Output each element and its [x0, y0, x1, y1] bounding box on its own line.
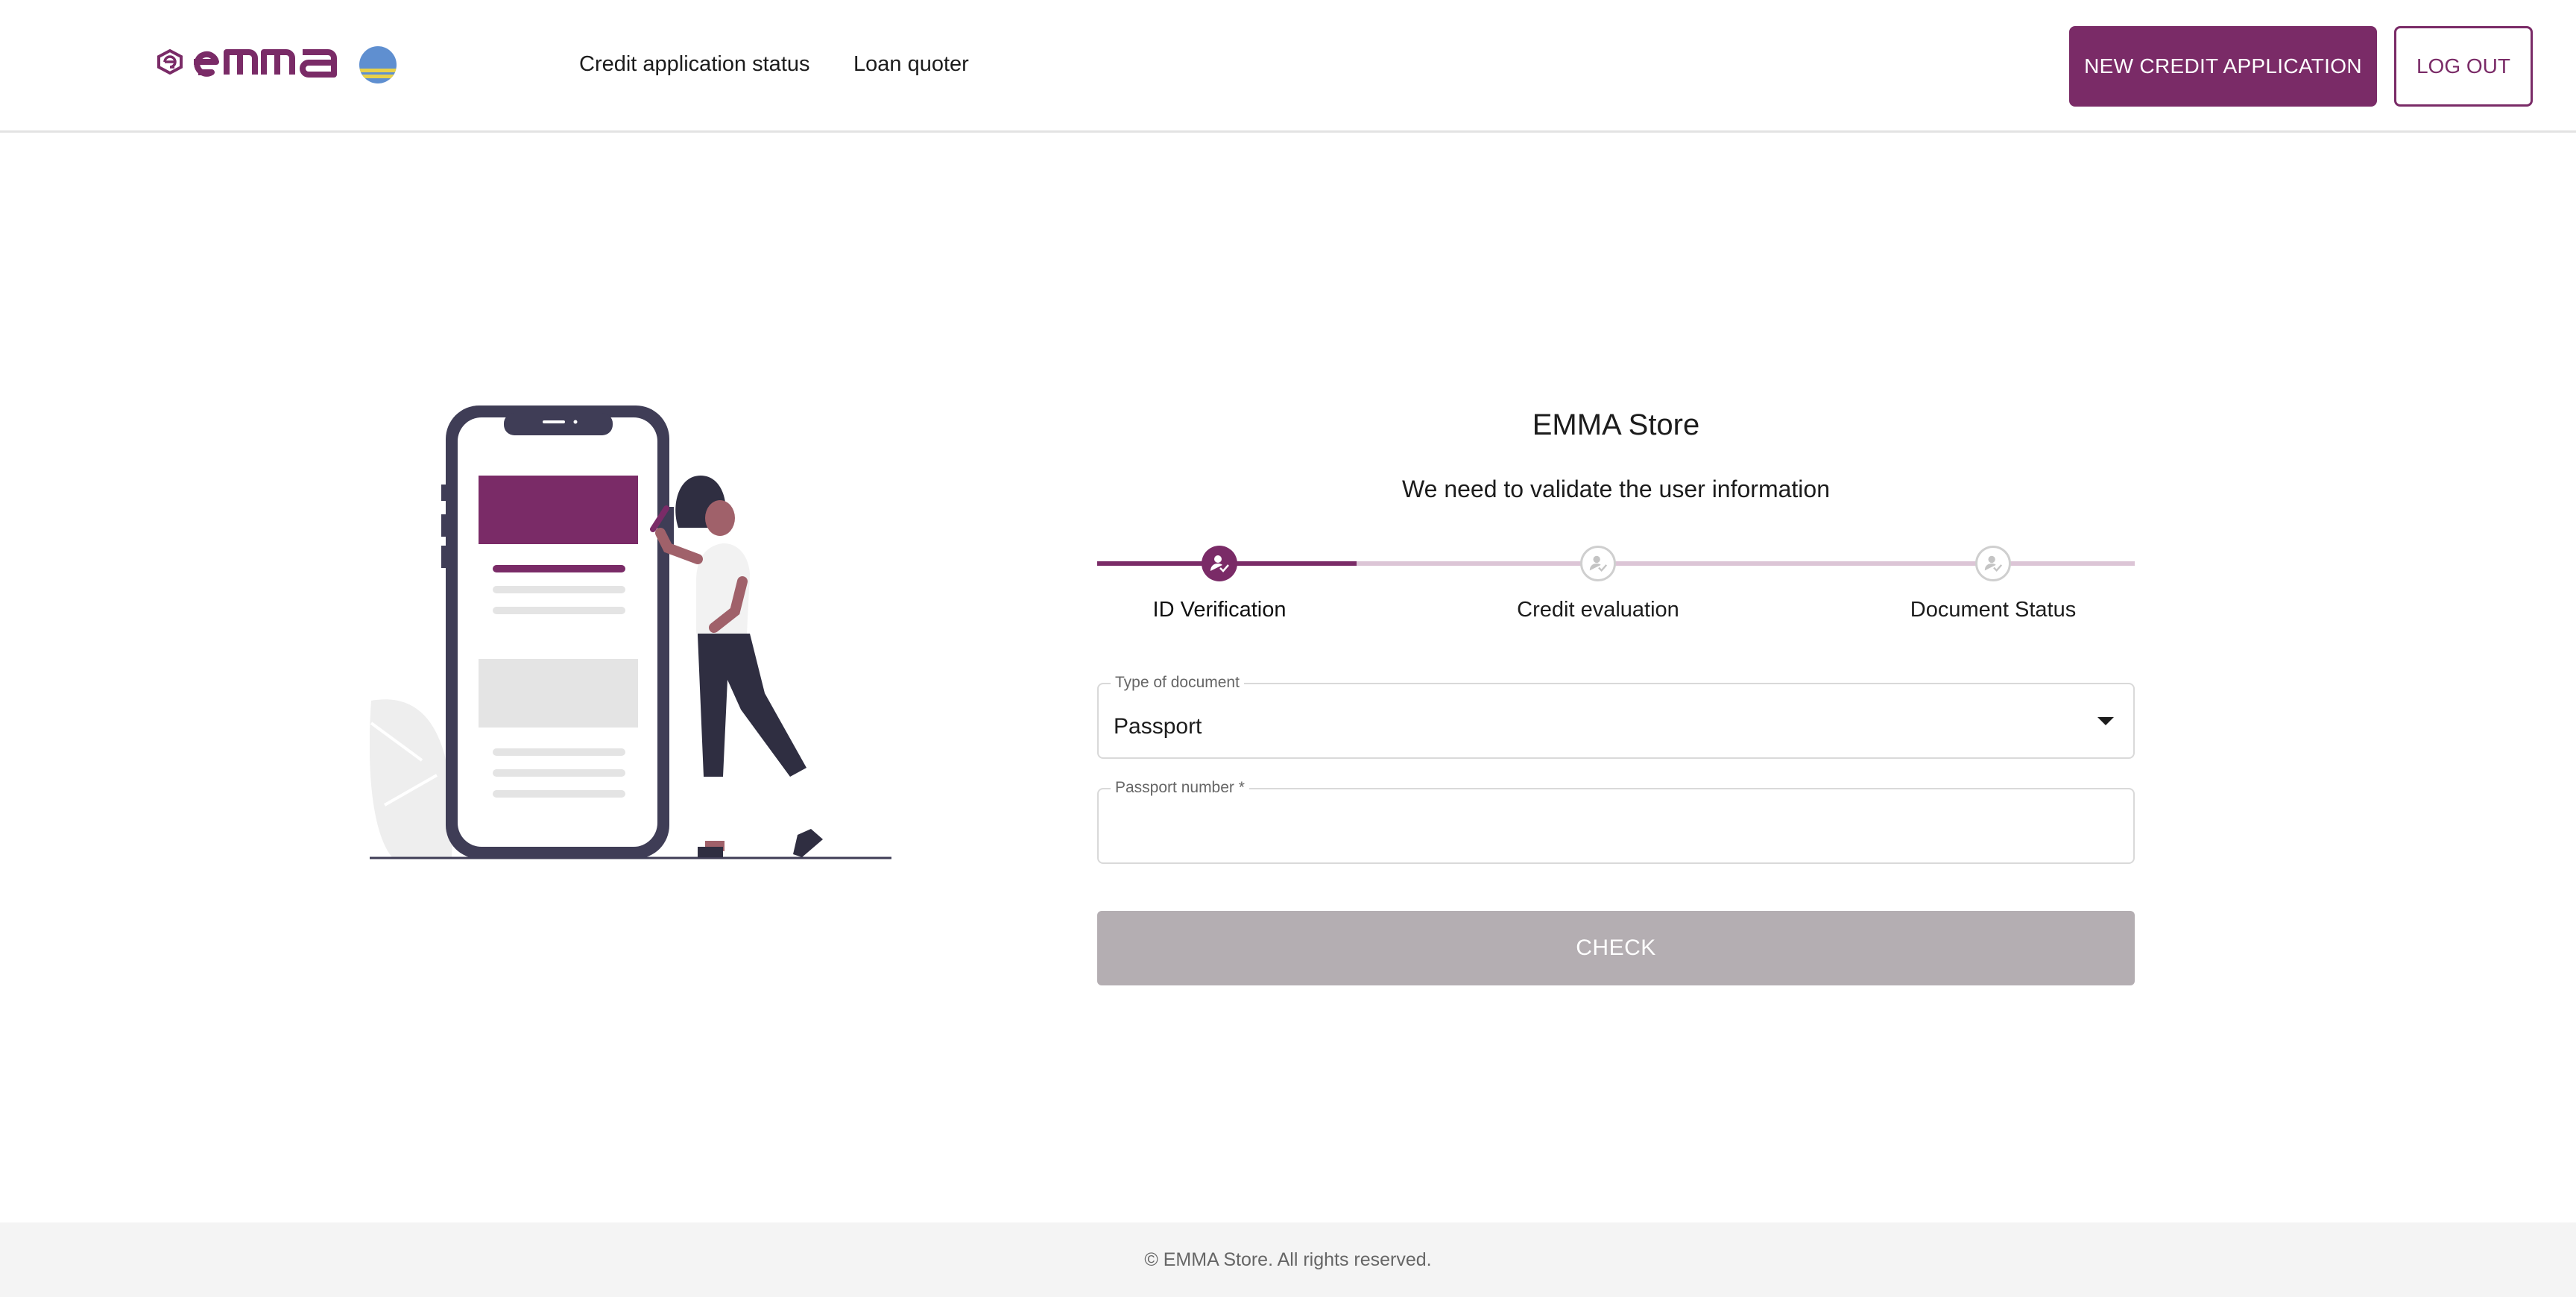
step-label-id-verification: ID Verification [1152, 598, 1287, 622]
nav-loan-quoter[interactable]: Loan quoter [853, 52, 969, 77]
emma-wordmark [194, 49, 337, 78]
document-type-value: Passport [1114, 714, 1202, 739]
emma-logo-icon [157, 49, 183, 75]
check-button[interactable]: CHECK [1097, 911, 2135, 985]
user-check-icon [1589, 555, 1608, 572]
passport-number-label: Passport number * [1111, 779, 1249, 797]
step-document-status-icon[interactable] [1975, 546, 2011, 581]
nav-credit-application-status[interactable]: Credit application status [579, 52, 810, 77]
document-type-label: Type of document [1111, 674, 1244, 692]
footer: © EMMA Store. All rights reserved. [0, 1222, 2576, 1297]
copyright-text: © EMMA Store. All rights reserved. [1144, 1249, 1432, 1270]
document-type-select[interactable]: Type of document Passport [1097, 674, 2135, 759]
step-label-document-status: Document Status [1910, 598, 2077, 622]
step-id-verification-icon[interactable] [1202, 546, 1237, 581]
dropdown-arrow-icon[interactable] [2097, 717, 2114, 725]
passport-number-field[interactable]: Passport number * [1097, 779, 2135, 864]
top-app-bar: Credit application status Loan quoter NE… [0, 0, 2576, 133]
step-credit-evaluation-icon[interactable] [1580, 546, 1616, 581]
user-check-icon [1984, 555, 2003, 572]
store-title: EMMA Store [1532, 408, 1700, 441]
progress-stepper: ID Verification Credit evaluation Docume… [1097, 540, 2135, 622]
step-label-credit-evaluation: Credit evaluation [1517, 598, 1679, 622]
logout-button[interactable]: LOG OUT [2394, 26, 2533, 107]
passport-number-input[interactable] [1112, 812, 2118, 853]
woman-with-phone-illustration [370, 405, 891, 859]
emma-logo[interactable] [157, 46, 340, 78]
user-check-icon [1210, 555, 1229, 572]
flag-icon[interactable] [359, 46, 397, 83]
new-credit-application-button[interactable]: NEW CREDIT APPLICATION [2069, 26, 2377, 107]
form-subtitle: We need to validate the user information [1402, 476, 1830, 502]
